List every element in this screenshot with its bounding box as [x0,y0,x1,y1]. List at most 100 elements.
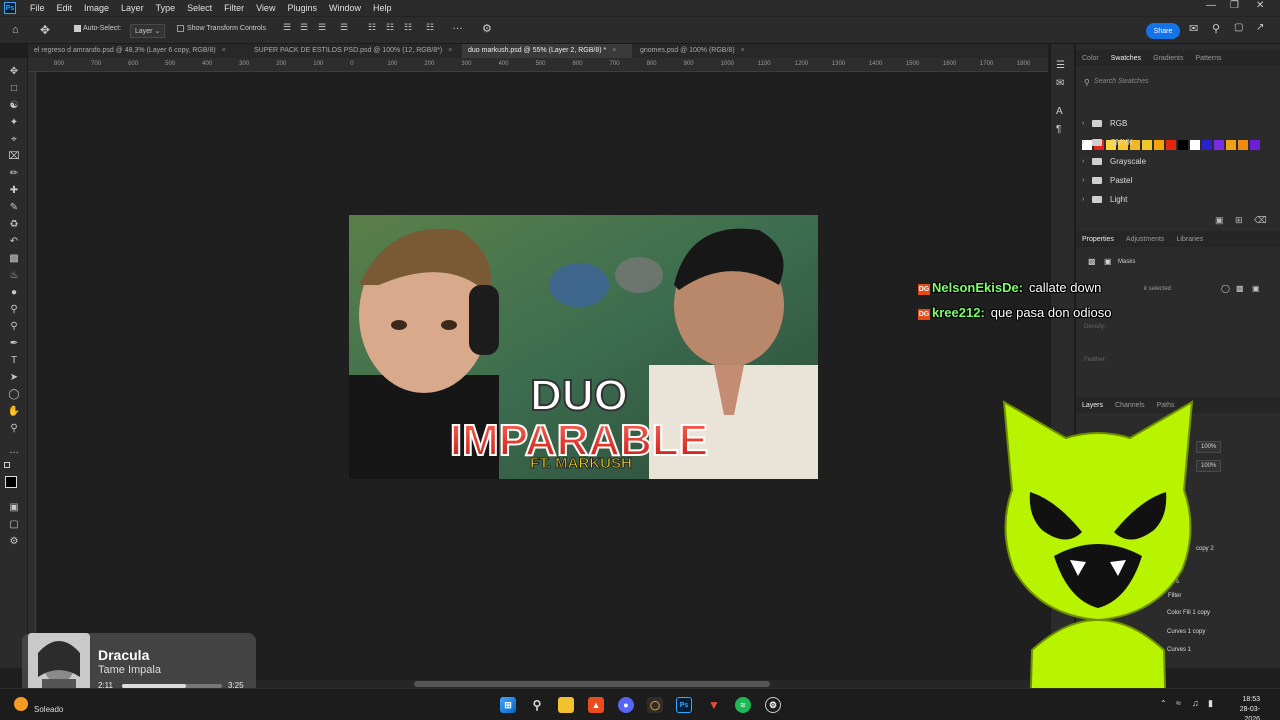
scrollbar-thumb[interactable] [414,681,770,687]
swatch-5[interactable] [1142,140,1152,150]
auto-select-checkbox[interactable] [74,25,81,32]
close-tab-icon[interactable]: × [448,47,452,54]
eyedropper-tool-icon[interactable]: ✏ [6,166,22,180]
paint-bucket-tool-icon[interactable]: ♨ [6,268,22,282]
swatch-10[interactable] [1202,140,1212,150]
trash-icon[interactable]: ⌫ [1254,215,1267,226]
new-group-icon[interactable]: ▣ [1215,215,1224,226]
eraser-tool-icon[interactable]: ▩ [6,251,22,265]
zoom-tool-icon[interactable]: ⚲ [6,421,22,435]
swatch-7[interactable] [1166,140,1176,150]
quick-mask-icon[interactable]: ▣ [6,500,22,514]
more-options-icon[interactable]: … [452,20,463,32]
tab-properties[interactable]: Properties [1076,236,1120,243]
tab-patterns[interactable]: Patterns [1189,55,1227,62]
new-swatch-icon[interactable]: ⊞ [1235,215,1243,226]
minimize-icon[interactable]: — [1206,0,1216,11]
menu-layer[interactable]: Layer [115,3,150,13]
pen-tool-icon[interactable]: ✒ [6,336,22,350]
shape-tool-icon[interactable]: ◯ [6,387,22,401]
blur-tool-icon[interactable]: ● [6,285,22,299]
swatch-folder-grayscale[interactable]: › Grayscale [1082,153,1146,169]
vector-mask-icon[interactable]: ▣ [1252,284,1260,293]
history-icon[interactable]: ☰ [1056,60,1065,71]
screen-mode-icon[interactable]: ▢ [6,517,22,531]
move-tool-icon[interactable]: ✥ [40,23,50,37]
close-icon[interactable]: ✕ [1256,0,1264,11]
paragraph-icon[interactable]: ¶ [1056,124,1061,135]
wifi-icon[interactable]: ≈ [1176,698,1181,708]
search-icon[interactable]: ⚲ [1212,22,1220,35]
align-left-icon[interactable]: ☰ [283,22,291,33]
swatch-13[interactable] [1238,140,1248,150]
brush-tool-icon[interactable]: ✎ [6,200,22,214]
menu-file[interactable]: File [24,3,51,13]
type-tool-icon[interactable]: T [6,353,22,367]
swatch-folder-rgb[interactable]: › RGB [1082,115,1127,131]
select-mask-icon[interactable]: ◯ [1221,284,1230,293]
tab-color[interactable]: Color [1076,55,1105,62]
menu-view[interactable]: View [250,3,281,13]
tray-chevron-icon[interactable]: ⌃ [1160,699,1167,708]
close-tab-icon[interactable]: × [741,47,745,54]
volume-icon[interactable]: ♫ [1192,698,1199,708]
steam-icon[interactable]: ⚙ [765,697,781,713]
close-tab-icon[interactable]: × [222,47,226,54]
menu-help[interactable]: Help [367,3,398,13]
search-icon[interactable]: ⚲ [529,697,545,713]
history-brush-tool-icon[interactable]: ↶ [6,234,22,248]
search-swatches-input[interactable]: Search Swatches [1094,78,1148,85]
healing-brush-tool-icon[interactable]: ✚ [6,183,22,197]
swap-colors-icon[interactable] [4,462,10,468]
more-tools-icon[interactable]: … [6,443,22,457]
quick-select-tool-icon[interactable]: ✦ [6,115,22,129]
add-mask-icon[interactable]: ▩ [1236,284,1244,293]
swatch-8[interactable] [1178,140,1188,150]
swatch-12[interactable] [1226,140,1236,150]
file-explorer-icon[interactable] [558,697,574,713]
weather-icon[interactable] [14,697,28,711]
crop-tool-icon[interactable]: ⌖ [6,132,22,146]
blender-icon[interactable]: ◯ [647,697,663,713]
tab-gradients[interactable]: Gradients [1147,55,1189,62]
transform-controls-checkbox[interactable] [177,25,184,32]
menu-image[interactable]: Image [78,3,115,13]
auto-select-dropdown[interactable]: Layer ⌄ [130,24,166,38]
discord-icon[interactable]: ● [618,697,634,713]
document-canvas-image[interactable]: DUO IMPARABLE FT. MARKUSH [349,215,818,479]
gear-icon[interactable]: ⚙ [482,22,492,35]
frame-tool-icon[interactable]: ⌧ [6,149,22,163]
menu-filter[interactable]: Filter [218,3,250,13]
menu-select[interactable]: Select [181,3,218,13]
dodge-tool-icon[interactable]: ⚲ [6,302,22,316]
photoshop-taskbar-icon[interactable]: Ps [676,697,692,713]
swatch-folder-pastel[interactable]: › Pastel [1082,172,1132,188]
extra-tool-icon[interactable]: ⚙ [6,534,22,548]
foreground-color-swatch[interactable] [5,476,17,488]
align-center-icon[interactable]: ☰ [300,22,308,33]
character-icon[interactable]: A [1056,106,1063,117]
menu-window[interactable]: Window [323,3,367,13]
brave-browser-icon[interactable]: ▲ [588,697,604,713]
tab-swatches[interactable]: Swatches [1105,55,1147,62]
tab-document-2[interactable]: SUPER PACK DE ESTILOS PSD.psd @ 100% (12… [248,44,458,58]
swatch-9[interactable] [1190,140,1200,150]
align-right-icon[interactable]: ☰ [318,22,326,33]
home-icon[interactable]: ⌂ [12,24,19,36]
align-middle-icon[interactable]: ☷ [386,22,394,33]
path-select-tool-icon[interactable]: ➤ [6,370,22,384]
spotify-icon[interactable]: ≈ [735,697,751,713]
tab-libraries[interactable]: Libraries [1170,236,1209,243]
start-icon[interactable]: ⊞ [500,697,516,713]
menu-edit[interactable]: Edit [51,3,79,13]
sponge-tool-icon[interactable]: ⚲ [6,319,22,333]
tab-document-1[interactable]: el regreso d amrando.psd @ 48,3% (Layer … [28,44,246,58]
align-top-icon[interactable]: ☷ [368,22,376,33]
menu-type[interactable]: Type [150,3,182,13]
lasso-tool-icon[interactable]: ☯ [6,98,22,112]
marquee-tool-icon[interactable]: □ [6,81,22,95]
riot-client-icon[interactable]: ▼ [706,697,722,713]
comments-icon[interactable]: ✉ [1056,78,1064,89]
swatch-6[interactable] [1154,140,1164,150]
share-button[interactable]: Share [1146,23,1180,39]
